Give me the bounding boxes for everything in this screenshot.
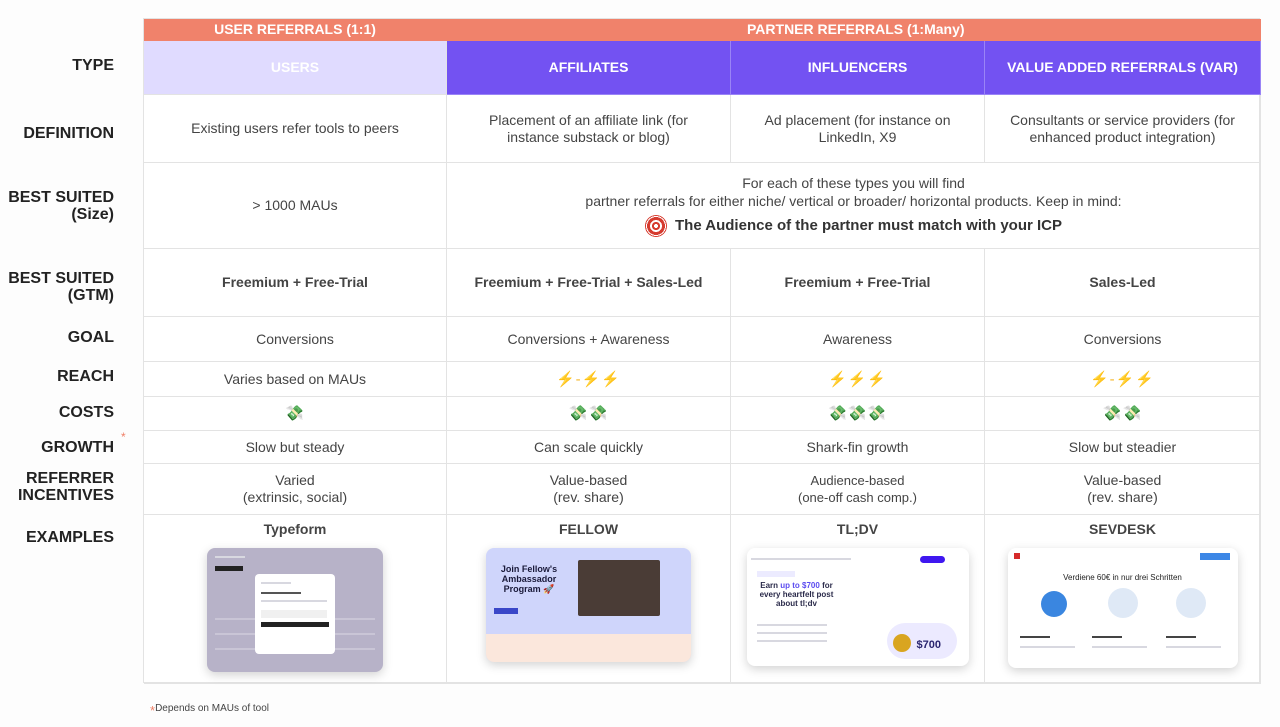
incentives-var-line1: Value-based xyxy=(1083,472,1162,488)
icp-highlight-text: The Audience of the partner must match w… xyxy=(675,217,1062,234)
tldv-screenshot: Earn up to $700 for every heartfelt post… xyxy=(746,548,969,666)
incentives-affiliates-line2: (rev. share) xyxy=(553,489,624,505)
costs-affiliates: 💸💸 xyxy=(447,397,731,431)
icp-highlight: The Audience of the partner must match w… xyxy=(645,214,1062,237)
gtm-influencers: Freemium + Free-Trial xyxy=(731,249,985,317)
goal-users: Conversions xyxy=(144,317,447,362)
incentives-influencers-line2: (one-off cash comp.) xyxy=(798,490,917,505)
reach-affiliates: ⚡-⚡⚡ xyxy=(447,362,731,397)
incentives-affiliates-line1: Value-based xyxy=(549,472,628,488)
row-label-size-line2: (Size) xyxy=(71,206,114,223)
reach-influencers: ⚡⚡⚡ xyxy=(731,362,985,397)
reach-users: Varies based on MAUs xyxy=(144,362,447,397)
row-label-examples: EXAMPLES xyxy=(25,529,114,546)
example-name-fellow: FELLOW xyxy=(558,521,619,537)
tldv-screenshot-title: Earn up to $700 for every heartfelt post… xyxy=(757,581,837,608)
type-var: VALUE ADDED REFERRALS (VAR) xyxy=(985,41,1261,95)
example-influencers: TL;DV Earn up to $700 for every heartfel… xyxy=(731,515,985,684)
group-header-user-referrals: USER REFERRALS (1:1) xyxy=(144,19,447,41)
sevdesk-logo-icon xyxy=(1013,553,1020,559)
piggy-bank-icon xyxy=(1175,588,1206,618)
footnote-text: Depends on MAUs of tool xyxy=(155,703,270,714)
costs-influencers: 💸💸💸 xyxy=(731,397,985,431)
size-note-line1: For each of these types you will find xyxy=(742,174,965,191)
incentives-users-line2: (extrinsic, social) xyxy=(242,489,348,505)
tldv-amount: $700 xyxy=(916,639,941,651)
gtm-var: Sales-Led xyxy=(985,249,1261,317)
incentives-users: Varied (extrinsic, social) xyxy=(144,464,447,515)
group-header-partner-referrals: PARTNER REFERRALS (1:Many) xyxy=(447,19,1261,41)
row-label-gtm-line1: BEST SUITED xyxy=(8,270,114,287)
example-name-sevdesk: SEVDESK xyxy=(1089,521,1156,537)
typeform-modal xyxy=(255,574,335,654)
sevdesk-screenshot-title: Verdiene 60€ in nur drei Schritten xyxy=(1063,573,1182,582)
example-users: Typeform xyxy=(144,515,447,684)
gtm-affiliates: Freemium + Free-Trial + Sales-Led xyxy=(447,249,731,317)
row-label-type: TYPE xyxy=(72,57,114,74)
incentives-users-line1: Varied xyxy=(275,472,315,488)
row-label-size-line1: BEST SUITED xyxy=(8,189,114,206)
row-label-size: BEST SUITED (Size) xyxy=(8,189,114,223)
definition-var: Consultants or service providers (for en… xyxy=(985,95,1261,163)
row-label-gtm-line2: (GTM) xyxy=(67,287,114,304)
incentives-influencers-line1: Audience-based xyxy=(810,473,905,488)
goal-influencers: Awareness xyxy=(731,317,985,362)
example-affiliates: FELLOW Join Fellow's Ambassador Program … xyxy=(447,515,731,684)
example-var: SEVDESK Verdiene 60€ in nur drei Schritt… xyxy=(985,515,1261,684)
tldv-title-part1: Earn xyxy=(760,581,781,590)
fellow-cta xyxy=(494,608,518,614)
tldv-cta xyxy=(919,556,945,563)
costs-users: 💸 xyxy=(144,397,447,431)
growth-affiliates: Can scale quickly xyxy=(447,431,731,464)
growth-users: Slow but steady xyxy=(144,431,447,464)
row-label-incentives: REFERRER INCENTIVES xyxy=(18,470,114,504)
incentives-var: Value-based (rev. share) xyxy=(985,464,1261,515)
size-note-line2: partner referrals for either niche/ vert… xyxy=(585,192,1122,209)
example-name-tldv: TL;DV xyxy=(836,521,879,537)
goal-affiliates: Conversions + Awareness xyxy=(447,317,731,362)
row-label-reach: REACH xyxy=(57,368,114,385)
costs-var: 💸💸 xyxy=(985,397,1261,431)
row-label-costs: COSTS xyxy=(58,404,114,421)
row-label-incentives-line1: REFERRER xyxy=(25,470,114,487)
growth-var: Slow but steadier xyxy=(985,431,1261,464)
incentives-affiliates: Value-based (rev. share) xyxy=(447,464,731,515)
gtm-users: Freemium + Free-Trial xyxy=(144,249,447,317)
definition-affiliates: Placement of an affiliate link (for inst… xyxy=(447,95,731,163)
sevdesk-screenshot: Verdiene 60€ in nur drei Schritten xyxy=(1007,548,1238,668)
incentives-influencers: Audience-based (one-off cash comp.) xyxy=(731,464,985,515)
fellow-video-preview xyxy=(578,560,660,616)
growth-influencers: Shark-fin growth xyxy=(731,431,985,464)
gift-icon xyxy=(1040,591,1067,617)
handshake-icon xyxy=(1107,588,1138,618)
example-name-typeform: Typeform xyxy=(263,521,327,537)
size-users: > 1000 MAUs xyxy=(144,163,447,249)
typeform-screenshot xyxy=(207,548,383,672)
coin-icon xyxy=(892,634,911,652)
row-label-gtm: BEST SUITED (GTM) xyxy=(8,270,114,304)
definition-users: Existing users refer tools to peers xyxy=(144,95,447,163)
incentives-var-line2: (rev. share) xyxy=(1087,489,1158,505)
tldv-title-highlight: up to $700 xyxy=(780,581,820,590)
row-label-goal: GOAL xyxy=(67,329,114,346)
type-affiliates: AFFILIATES xyxy=(447,41,731,95)
sevdesk-cta xyxy=(1199,553,1230,560)
row-label-incentives-line2: INCENTIVES xyxy=(17,487,114,504)
goal-var: Conversions xyxy=(985,317,1261,362)
fellow-screenshot-title: Join Fellow's Ambassador Program 🚀 xyxy=(500,564,558,594)
comparison-table: USER REFERRALS (1:1) PARTNER REFERRALS (… xyxy=(143,18,1261,684)
type-users: USERS xyxy=(144,41,447,95)
target-icon xyxy=(645,214,667,237)
growth-asterisk-icon: * xyxy=(121,430,126,444)
footnote: *Depends on MAUs of tool xyxy=(150,703,269,718)
reach-var: ⚡-⚡⚡ xyxy=(985,362,1261,397)
row-label-definition: DEFINITION xyxy=(23,125,114,142)
row-label-growth: GROWTH xyxy=(41,439,114,456)
size-partner-note: For each of these types you will find pa… xyxy=(447,163,1261,249)
fellow-screenshot: Join Fellow's Ambassador Program 🚀 xyxy=(486,548,691,662)
definition-influencers: Ad placement (for instance on LinkedIn, … xyxy=(731,95,985,163)
type-influencers: INFLUENCERS xyxy=(731,41,985,95)
